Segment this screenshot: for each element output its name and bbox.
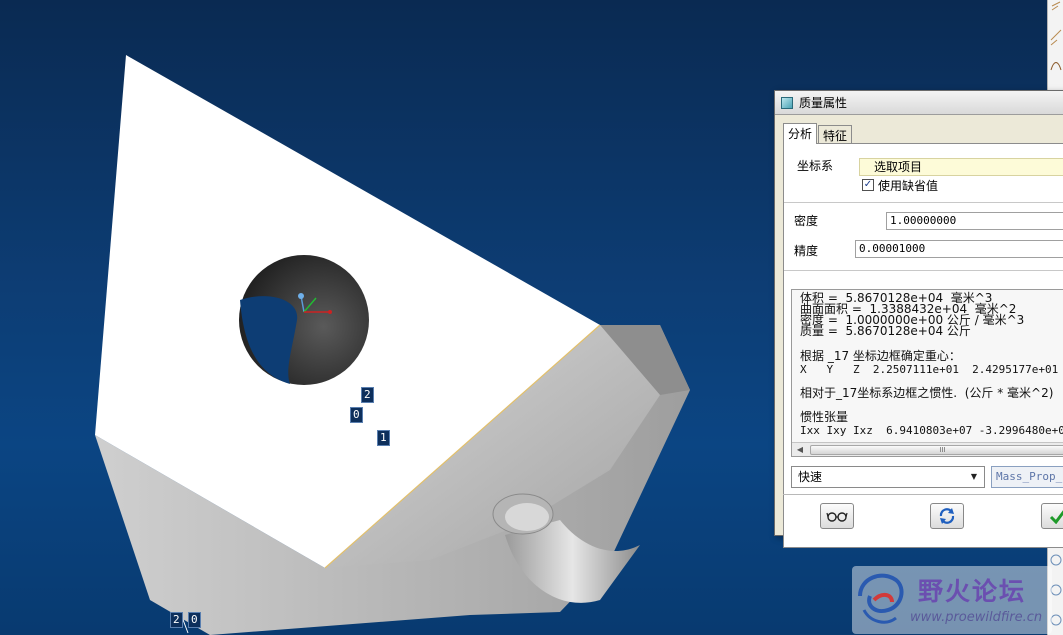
tab-analysis[interactable]: 分析 <box>783 123 818 144</box>
datum-tag-0: 0 <box>350 407 363 423</box>
preview-button[interactable] <box>820 503 854 529</box>
use-default-checkbox[interactable]: ✓ <box>862 179 874 191</box>
dialog-title: 质量属性 <box>799 96 848 110</box>
datum-tag-bottom-0: 0 <box>188 612 201 628</box>
computation-mode-value: 快速 <box>798 470 823 484</box>
scroll-thumb[interactable]: III <box>810 445 1063 455</box>
result-inertia-heading: 相对于_17坐标系边框之惯性. (公斤 * 毫米^2) <box>800 386 1054 400</box>
result-mass: 质量 = 5.8670128e+04 公斤 <box>800 324 971 338</box>
triad-x-tip <box>328 310 332 314</box>
result-inertia-tensor-heading: 惯性张量 <box>800 410 849 424</box>
density-input[interactable]: 1.00000000 <box>886 212 1063 230</box>
glasses-icon <box>826 512 848 522</box>
computation-mode-select[interactable]: 快速 ▼ <box>791 466 985 488</box>
datum-tag-1: 1 <box>377 430 390 446</box>
use-default-label: 使用缺省值 <box>878 179 939 193</box>
scroll-left-arrow-icon[interactable]: ◀ <box>794 444 806 456</box>
result-inertia-tensor-row: Ixx Ixy Ixz 6.9410803e+07 -3.2996480e+07… <box>800 424 1063 437</box>
section-divider <box>784 202 1063 203</box>
precision-label: 精度 <box>794 244 819 258</box>
triad-y-tip <box>298 293 304 299</box>
feature-name-input[interactable]: Mass_Prop_1 <box>991 466 1063 488</box>
result-center-of-gravity-heading: 根据 _17 坐标边框确定重心： <box>800 349 961 363</box>
flange-hole-inner <box>505 503 549 531</box>
results-text-area[interactable]: 体积 = 5.8670128e+04 毫米^3 曲面面积 = 1.3388432… <box>791 289 1063 457</box>
watermark-url: www.proewildfire.cn <box>910 610 1043 625</box>
coordinate-system-select-field[interactable]: 选取项目 <box>859 158 1063 176</box>
datum-tag-2: 2 <box>361 387 374 403</box>
results-divider <box>784 270 1063 271</box>
dialog-tabs: 分析 特征 <box>783 123 853 144</box>
result-center-of-gravity-values: X Y Z 2.2507111e+01 2.4295177e+01 1.5 <box>800 363 1063 376</box>
watermark-title: 野火论坛 <box>918 577 1027 606</box>
tab-feature[interactable]: 特征 <box>818 125 853 144</box>
watermark-logo-icon <box>858 573 904 624</box>
results-horizontal-scrollbar[interactable]: ◀ III <box>792 442 1063 456</box>
density-label: 密度 <box>794 214 819 228</box>
precision-input[interactable]: 0.00001000 <box>855 240 1063 258</box>
ok-button[interactable] <box>1041 503 1063 529</box>
checkmark-icon <box>1049 510 1063 524</box>
mass-properties-dialog[interactable]: 质量属性 分析 特征 坐标系 选取项目 ✓ 使用缺省值 密度 1.0000000… <box>774 90 1063 548</box>
coordinate-system-label: 坐标系 <box>797 159 834 173</box>
refresh-icon <box>939 508 955 524</box>
button-row-divider <box>783 494 1063 495</box>
dialog-app-icon <box>781 96 793 109</box>
chevron-down-icon[interactable]: ▼ <box>966 469 982 485</box>
datum-tag-bottom-2: 2 <box>170 612 183 628</box>
forum-watermark: 野火论坛 www.proewildfire.cn <box>852 566 1052 634</box>
recompute-button[interactable] <box>930 503 964 529</box>
dialog-titlebar[interactable]: 质量属性 <box>775 91 1063 115</box>
